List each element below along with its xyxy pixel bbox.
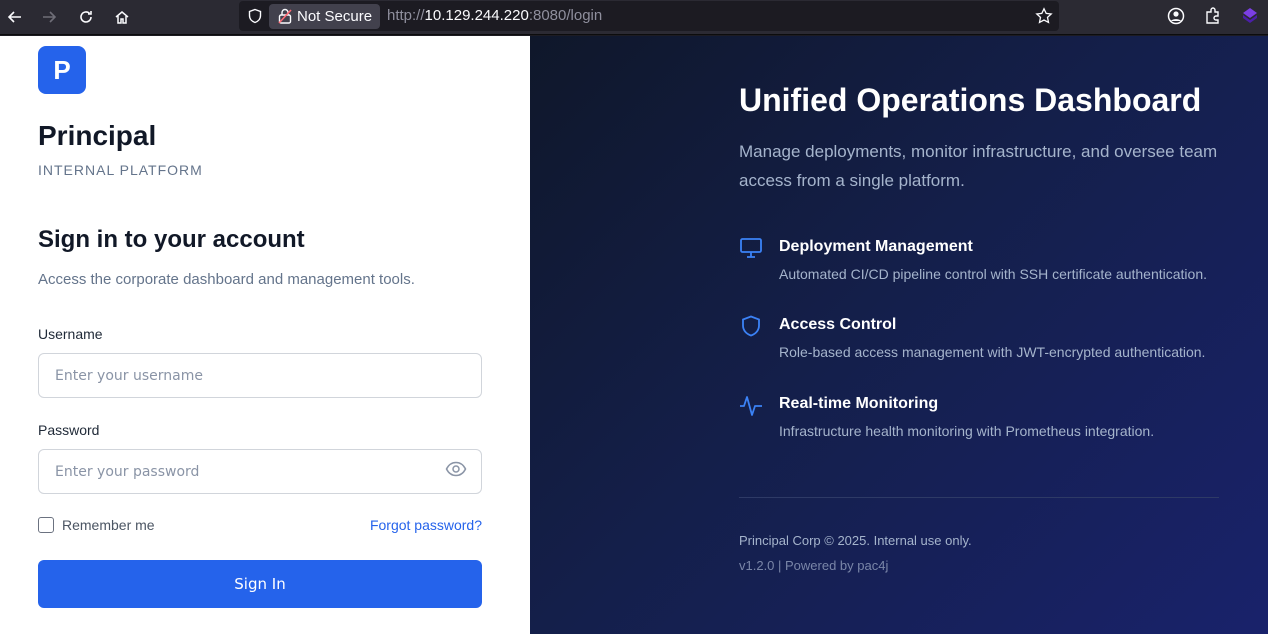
username-label: Username (38, 326, 103, 342)
extension-cube-icon[interactable] (1240, 6, 1260, 26)
security-label: Not Secure (297, 8, 373, 25)
reload-icon (80, 11, 92, 23)
username-input[interactable] (38, 353, 482, 398)
forward-arrow-icon (43, 11, 57, 23)
reload-button[interactable] (74, 5, 98, 29)
brand-name: Principal (38, 120, 157, 151)
password-label: Password (38, 422, 100, 438)
back-button[interactable] (3, 5, 27, 29)
monitor-icon (740, 238, 762, 258)
form-title: Sign in to your account (38, 226, 305, 253)
home-button[interactable] (110, 5, 134, 29)
back-arrow-icon (7, 11, 21, 23)
brand-logo: P (38, 46, 86, 94)
feature-description: Role-based access management with JWT-en… (779, 344, 1206, 360)
not-secure-badge[interactable]: Not Secure (269, 4, 380, 29)
sign-in-button[interactable]: Sign In (38, 560, 482, 608)
tracking-shield-icon[interactable] (247, 8, 263, 24)
broken-lock-icon (278, 8, 292, 24)
shield-icon (742, 315, 760, 337)
address-bar[interactable]: Not Secure http://10.129.244.220:8080/lo… (239, 1, 1059, 31)
forward-button[interactable] (37, 5, 61, 29)
feature-title: Real-time Monitoring (779, 395, 939, 412)
feature-description: Infrastructure health monitoring with Pr… (779, 423, 1155, 439)
activity-icon (740, 396, 762, 416)
brand-tagline: INTERNAL PLATFORM (38, 162, 203, 178)
hero-panel: Unified Operations Dashboard Manage depl… (530, 36, 1268, 634)
version-text: v1.2.0 | Powered by pac4j (739, 558, 889, 573)
show-password-eye-icon[interactable] (445, 461, 467, 477)
browser-toolbar: Not Secure http://10.129.244.220:8080/lo… (0, 0, 1268, 35)
feature-description: Automated CI/CD pipeline control with SS… (779, 266, 1207, 282)
form-subtitle: Access the corporate dashboard and manag… (38, 271, 415, 288)
login-panel: P Principal INTERNAL PLATFORM Sign in to… (0, 36, 530, 634)
copyright-text: Principal Corp © 2025. Internal use only… (739, 533, 972, 548)
remember-me-label[interactable]: Remember me (62, 517, 155, 533)
feature-title: Deployment Management (779, 238, 973, 255)
hero-title: Unified Operations Dashboard (739, 82, 1202, 118)
footer-divider (739, 497, 1219, 498)
password-input[interactable] (38, 449, 482, 494)
extensions-icon[interactable] (1203, 6, 1223, 26)
hero-subtitle: Manage deployments, monitor infrastructu… (739, 142, 1218, 190)
feature-title: Access Control (779, 316, 897, 333)
bookmark-star-icon[interactable] (1035, 7, 1053, 25)
home-icon (115, 11, 129, 24)
url-text[interactable]: http://10.129.244.220:8080/login (387, 1, 602, 31)
remember-me-checkbox[interactable] (38, 517, 54, 533)
forgot-password-link[interactable]: Forgot password? (370, 517, 482, 533)
account-icon[interactable] (1166, 6, 1186, 26)
